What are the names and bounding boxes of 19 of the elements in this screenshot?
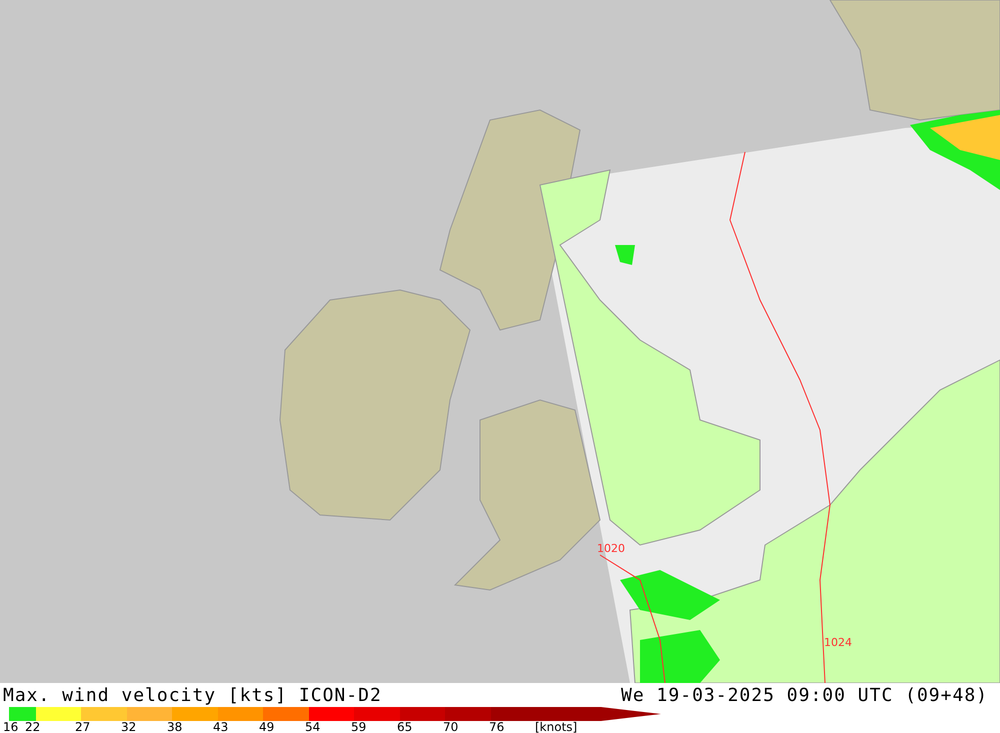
scale-tick-label: 43 [213, 720, 230, 733]
chart-title: Max. wind velocity [kts] ICON-D2 [3, 685, 382, 706]
scale-tick-label: 22 [25, 720, 42, 733]
scale-tick-label: 27 [75, 720, 92, 733]
wind-area [615, 245, 635, 265]
scale-tick-label: 54 [305, 720, 322, 733]
isobar-label: 1024 [824, 636, 852, 649]
scale-tick-label: 59 [351, 720, 368, 733]
scale-tick-label: 70 [443, 720, 460, 733]
scale-tick-label: 32 [121, 720, 138, 733]
scale-tick-label: 49 [259, 720, 276, 733]
wind-area [930, 115, 1000, 160]
valid-time: We 19-03-2025 09:00 UTC (09+48) [621, 685, 988, 706]
scale-tick-label: 76 [489, 720, 506, 733]
scale-tick-label: 38 [167, 720, 184, 733]
unit-label: [knots] [535, 720, 578, 733]
scale-tick-label: 16 [3, 720, 20, 733]
scale-tick-label: 65 [397, 720, 414, 733]
isobar-label: 1020 [597, 542, 625, 555]
